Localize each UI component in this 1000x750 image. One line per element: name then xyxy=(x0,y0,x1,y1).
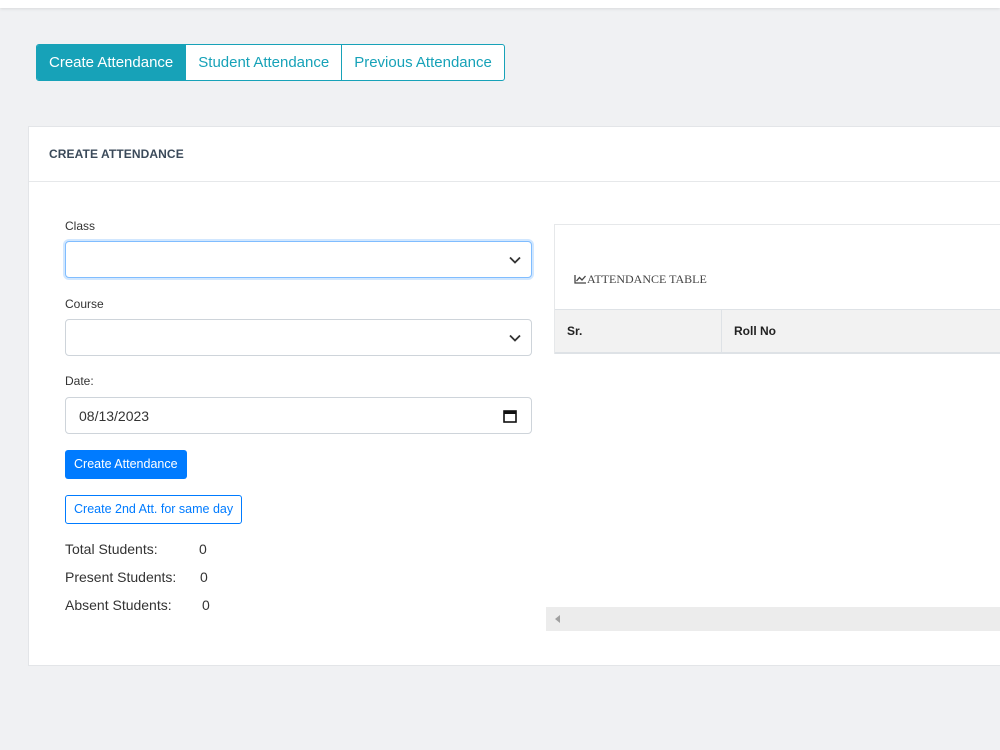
attendance-table-title: ATTENDANCE TABLE xyxy=(574,272,707,287)
total-students-value: 0 xyxy=(199,541,207,557)
chevron-down-icon xyxy=(509,256,521,264)
column-header-roll-no: Roll No xyxy=(734,324,776,338)
tab-create-attendance[interactable]: Create Attendance xyxy=(37,45,187,80)
scroll-left-arrow-icon[interactable] xyxy=(555,615,560,623)
course-label: Course xyxy=(65,297,104,311)
course-select[interactable] xyxy=(65,319,532,356)
top-navbar xyxy=(0,0,1000,8)
attendance-stats: Total Students: 0 Present Students: 0 Ab… xyxy=(65,535,532,619)
date-label: Date: xyxy=(65,374,94,388)
present-students-row: Present Students: 0 xyxy=(65,563,532,591)
create-attendance-card: CREATE ATTENDANCE Class Course Date: 08/… xyxy=(28,126,1000,666)
chevron-down-icon xyxy=(509,334,521,342)
date-input[interactable]: 08/13/2023 xyxy=(65,397,532,434)
present-students-value: 0 xyxy=(200,569,208,585)
absent-students-value: 0 xyxy=(202,597,210,613)
date-input-value: 08/13/2023 xyxy=(79,408,150,424)
attendance-table-panel: ATTENDANCE TABLE Sr. Roll No xyxy=(554,224,1000,354)
tab-previous-attendance[interactable]: Previous Attendance xyxy=(342,45,504,80)
calendar-icon[interactable] xyxy=(503,409,517,423)
create-attendance-button[interactable]: Create Attendance xyxy=(65,450,187,479)
total-students-row: Total Students: 0 xyxy=(65,535,532,563)
column-header-sr: Sr. xyxy=(555,310,722,352)
class-label: Class xyxy=(65,219,96,233)
total-students-label: Total Students: xyxy=(65,541,158,557)
chart-line-icon xyxy=(574,275,586,284)
absent-students-label: Absent Students: xyxy=(65,597,172,613)
card-title: CREATE ATTENDANCE xyxy=(29,127,1000,182)
tab-student-attendance[interactable]: Student Attendance xyxy=(186,45,343,80)
class-select[interactable] xyxy=(65,241,532,278)
attendance-tabs: Create Attendance Student Attendance Pre… xyxy=(36,44,505,81)
absent-students-row: Absent Students: 0 xyxy=(65,591,532,619)
create-second-attendance-button[interactable]: Create 2nd Att. for same day xyxy=(65,495,243,524)
attendance-table-title-text: ATTENDANCE TABLE xyxy=(587,272,707,286)
table-horizontal-scrollbar[interactable] xyxy=(546,607,1000,631)
present-students-label: Present Students: xyxy=(65,569,177,585)
attendance-form: Class Course Date: 08/13/2023 Create Att… xyxy=(65,219,532,619)
attendance-table-header: Sr. Roll No xyxy=(555,309,1000,354)
